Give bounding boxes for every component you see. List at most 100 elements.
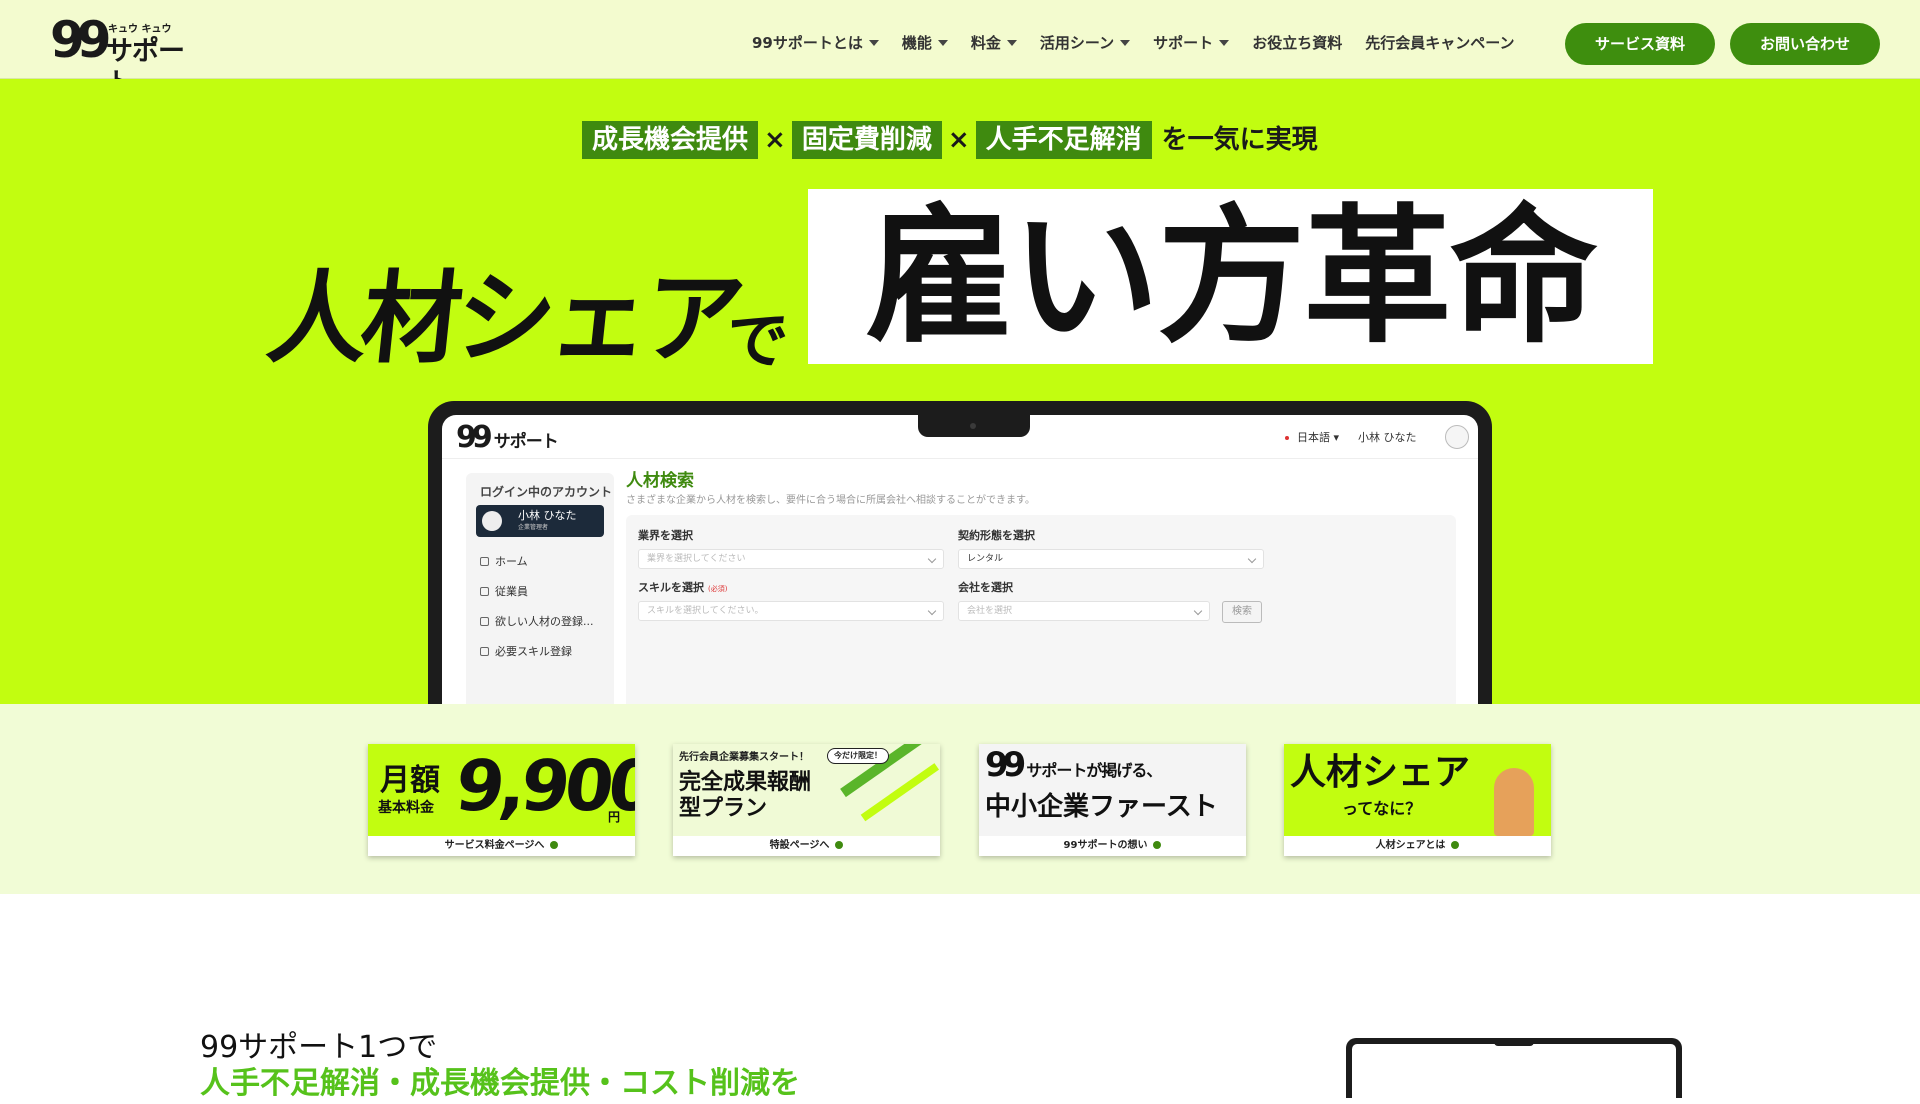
- required-badge: (必須): [708, 585, 728, 593]
- nav-label: 料金: [970, 34, 1001, 52]
- chevron-down-icon: [868, 40, 879, 46]
- banner-text: 円: [608, 810, 621, 824]
- banner-text: 基本料金: [378, 800, 434, 816]
- tag-tail: を一気に実現: [1161, 125, 1318, 155]
- laptop-mockup: 99 サポート 日本語 ▾ 小林 ひなた ログイン中のアカウント 小林 ひなた 企…: [428, 401, 1492, 704]
- banner-image: 月額 基本料金 9,900 円: [368, 744, 635, 836]
- nav-label: 機能: [901, 34, 932, 52]
- page-title: 人材検索: [626, 471, 694, 491]
- banner-pricing[interactable]: 月額 基本料金 9,900 円 サービス料金ページへ: [368, 744, 635, 856]
- times-sign: ×: [764, 125, 786, 155]
- contact-button[interactable]: お問い合わせ: [1730, 23, 1880, 65]
- headline-highlight: 雇い方革命: [808, 189, 1653, 364]
- section-title: 99サポート1つで: [200, 1030, 438, 1065]
- banner-text: ってなに？: [1342, 799, 1422, 818]
- banner-strip: 月額 基本料金 9,900 円 サービス料金ページへ 先行会員企業募集スタート！…: [0, 704, 1920, 894]
- banner-image: 先行会員企業募集スタート！ 今だけ限定！ 完全成果報酬 型プラン: [673, 744, 940, 836]
- industry-label: 業界を選択: [638, 529, 693, 542]
- chevron-down-icon: [1006, 40, 1017, 46]
- sidebar-item-skills: 必要スキル登録: [480, 645, 572, 659]
- skill-label-text: スキルを選択: [638, 581, 704, 594]
- banner-image: 人材シェア ってなに？: [1284, 744, 1551, 836]
- site-header: 99 キュウ キュウ サポート 99サポートとは 機能 料金 活用シーン サポー…: [0, 0, 1920, 99]
- nav-label: 活用シーン: [1039, 34, 1115, 52]
- banner-philosophy[interactable]: 99 サポートが掲げる、 中小企業ファースト 99サポートの想い: [979, 744, 1246, 856]
- banner-caption: 特設ページへ: [673, 836, 940, 856]
- logo-nines: 99: [50, 11, 112, 69]
- contract-select: レンタル: [958, 549, 1264, 569]
- nav-resources[interactable]: お役立ち資料: [1252, 34, 1342, 52]
- avatar: [1445, 425, 1469, 449]
- nav-support[interactable]: サポート: [1153, 34, 1230, 52]
- site-logo[interactable]: 99 キュウ キュウ サポート: [50, 11, 200, 99]
- banner-text: 先行会員企業募集スタート！: [679, 752, 809, 763]
- account-role: 企業管理者: [518, 524, 549, 531]
- search-form: 業界を選択 業界を選択してください 契約形態を選択 レンタル スキルを選択 (必須…: [626, 515, 1456, 704]
- nav-label: サポート: [1153, 34, 1214, 52]
- service-docs-button[interactable]: サービス資料: [1565, 23, 1715, 65]
- sidebar-item-label: 必要スキル登録: [495, 645, 572, 658]
- banner-text: 月額: [380, 763, 440, 798]
- banner-text: 型プラン: [679, 796, 768, 821]
- sidebar-title: ログイン中のアカウント: [480, 485, 613, 499]
- nav-about[interactable]: 99サポートとは: [752, 34, 879, 52]
- nav-use-cases[interactable]: 活用シーン: [1039, 34, 1131, 52]
- sidebar-item-home: ホーム: [480, 555, 528, 569]
- account-card: 小林 ひなた 企業管理者: [476, 505, 604, 537]
- camera-notch: [1494, 1038, 1534, 1046]
- app-screenshot: [1352, 1044, 1676, 1104]
- page-description: さまざまな企業から人材を検索し、要件に合う場合に所属会社へ相談することができます…: [626, 495, 1035, 506]
- app-user-name: 小林 ひなた: [1358, 431, 1417, 444]
- tag-growth: 成長機会提供: [582, 121, 759, 159]
- chevron-down-icon: [937, 40, 948, 46]
- nav-label: 99サポートとは: [752, 34, 863, 52]
- hero-tag-row: 成長機会提供 × 固定費削減 × 人手不足解消 を一気に実現: [582, 121, 1318, 159]
- sidebar-item-wanted: 欲しい人材の登録...: [480, 615, 594, 629]
- avatar: [482, 511, 502, 531]
- logo-nines: 99: [985, 745, 1026, 785]
- language-selector: 日本語 ▾: [1285, 431, 1339, 445]
- logo-ruby: キュウ キュウ: [108, 24, 172, 35]
- banner-text: サポートが掲げる、: [1026, 761, 1162, 780]
- sidebar-item-label: ホーム: [495, 555, 528, 568]
- app-logo-nines: 99: [456, 420, 493, 455]
- app-logo: 99 サポート: [456, 420, 559, 459]
- contract-label: 契約形態を選択: [958, 529, 1035, 542]
- bag-icon: [480, 617, 489, 626]
- nav-campaign[interactable]: 先行会員キャンペーン: [1365, 34, 1514, 52]
- banner-caption: サービス料金ページへ: [368, 836, 635, 856]
- sidebar-item-label: 従業員: [495, 585, 528, 598]
- banner-image: 99 サポートが掲げる、 中小企業ファースト: [979, 744, 1246, 836]
- chevron-down-icon: [1120, 40, 1131, 46]
- company-select: 会社を選択: [958, 601, 1210, 621]
- headline-highlight-text: 雇い方革命: [865, 190, 1598, 363]
- nav-label: 先行会員キャンペーン: [1365, 34, 1515, 52]
- app-logo-kana: サポート: [493, 432, 559, 452]
- banner-text: 人材シェア: [1290, 752, 1471, 793]
- banner-caption: 人材シェアとは: [1284, 836, 1551, 856]
- tag-cost: 固定費削減: [791, 121, 942, 159]
- lock-icon: [480, 647, 489, 656]
- banner-text: 99 サポートが掲げる、: [985, 745, 1162, 790]
- nav-label: お役立ち資料: [1252, 34, 1343, 52]
- skill-label: スキルを選択 (必須): [638, 581, 727, 595]
- laptop-mockup-small: [1346, 1038, 1682, 1104]
- camera-icon: [970, 423, 976, 429]
- person-illustration-icon: [1494, 768, 1534, 836]
- nav-features[interactable]: 機能: [902, 34, 948, 52]
- banner-what-is[interactable]: 人材シェア ってなに？ 人材シェアとは: [1284, 744, 1551, 856]
- main-nav: 99サポートとは 機能 料金 活用シーン サポート お役立ち資料 先行会員キャン…: [752, 34, 1537, 52]
- company-label: 会社を選択: [958, 581, 1013, 594]
- nav-pricing[interactable]: 料金: [971, 34, 1017, 52]
- speech-bubble: 今だけ限定！: [827, 748, 889, 764]
- chevron-down-icon: [1219, 40, 1230, 46]
- app-screenshot: 99 サポート 日本語 ▾ 小林 ひなた ログイン中のアカウント 小林 ひなた 企…: [442, 415, 1478, 704]
- banner-campaign[interactable]: 先行会員企業募集スタート！ 今だけ限定！ 完全成果報酬 型プラン 特設ページへ: [673, 744, 940, 856]
- home-icon: [480, 557, 489, 566]
- account-name: 小林 ひなた: [518, 509, 577, 522]
- skill-select: スキルを選択してください。: [638, 601, 944, 621]
- headline-main: 人材シェア: [261, 260, 745, 377]
- hero-section: 成長機会提供 × 固定費削減 × 人手不足解消 を一気に実現 人材シェア で 雇…: [0, 79, 1920, 704]
- banner-caption: 99サポートの想い: [979, 836, 1246, 856]
- camera-notch: [918, 415, 1030, 437]
